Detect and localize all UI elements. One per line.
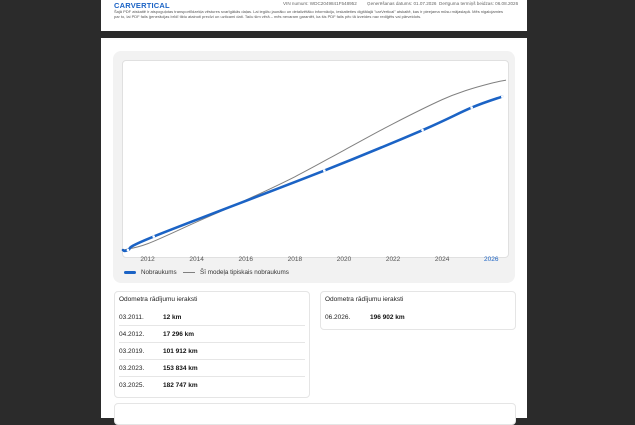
record-value: 12 km	[163, 314, 182, 321]
vin-number: VIN numurs: WDC2049841F548952	[283, 1, 357, 6]
expiry-date: Derīguma termiņš beidzas: 06.08.2026	[439, 1, 519, 6]
series-line-mileage	[121, 95, 504, 253]
record-date: 03.2025.	[119, 382, 145, 389]
record-value: 182 747 km	[163, 382, 198, 389]
data-point-mileage	[421, 128, 424, 132]
x-tick-label: 2026	[484, 256, 499, 263]
card-title: Odometra rādījumu ieraksti	[325, 296, 404, 303]
record-date: 03.2011.	[119, 314, 144, 321]
legend-item-typical: Šī modeļa tipiskais nobraukums	[183, 269, 289, 276]
record-date: 03.2023.	[119, 365, 145, 372]
legend-item-mileage: Nobraukums	[124, 269, 177, 276]
record-value: 101 912 km	[163, 348, 198, 355]
report-page: 2012 2014 2016 2018 2020 2022 2024 2026 Nobrauk…	[101, 38, 527, 425]
table-row: 03.2019. 101 912 km	[119, 343, 305, 360]
x-tick-label: 2018	[288, 256, 303, 263]
legend-swatch-mileage	[124, 271, 136, 274]
x-tick-label: 2022	[386, 256, 401, 263]
table-row: 06.2026. 196 902 km	[325, 309, 511, 325]
table-row: 04.2012. 17 296 km	[119, 326, 305, 343]
legend-label-mileage: Nobraukums	[141, 269, 177, 276]
odometer-records-card-right: Odometra rādījumu ieraksti 06.2026. 196 …	[320, 291, 516, 330]
mileage-chart-card: 2012 2014 2016 2018 2020 2022 2024 2026 Nobrauk…	[113, 51, 515, 283]
mileage-chart: 2012 2014 2016 2018 2020 2022 2024 2026	[121, 79, 507, 263]
generated-date: Ģenerēšanas datums: 01.07.2026	[367, 1, 437, 6]
table-row: 03.2011. 12 km	[119, 309, 305, 326]
record-value: 17 296 km	[163, 331, 195, 338]
report-page-header: CARVERTICAL VIN numurs: WDC2049841F54895…	[101, 0, 527, 31]
x-tick-label: 2016	[239, 256, 254, 263]
series-line-typical-mileage	[122, 79, 507, 251]
next-section-card	[114, 403, 516, 425]
x-tick-label: 2012	[140, 256, 155, 263]
data-point-mileage	[470, 106, 473, 109]
x-tick-label: 2020	[337, 256, 352, 263]
record-value: 153 834 km	[163, 365, 198, 372]
disclaimer-text: Šajā PDF atskaitē ir atspoguļotas transp…	[114, 9, 504, 19]
data-point-mileage	[501, 95, 504, 98]
card-title: Odometra rādījumu ieraksti	[119, 296, 198, 303]
data-point-mileage	[152, 235, 155, 238]
table-row: 03.2025. 182 747 km	[119, 377, 305, 393]
odometer-records-card-left: Odometra rādījumu ieraksti 03.2011. 12 k…	[114, 291, 310, 398]
x-tick-label: 2014	[189, 256, 204, 263]
legend-label-typical: Šī modeļa tipiskais nobraukums	[200, 269, 289, 276]
table-row: 03.2023. 153 834 km	[119, 360, 305, 377]
legend-swatch-typical	[183, 272, 195, 273]
record-date: 06.2026.	[325, 314, 351, 321]
data-point-mileage	[323, 169, 326, 172]
data-point-mileage	[126, 248, 130, 252]
record-date: 03.2019.	[119, 348, 145, 355]
record-date: 04.2012.	[119, 331, 145, 338]
x-tick-label: 2024	[435, 256, 450, 263]
record-value: 196 902 km	[370, 314, 405, 321]
